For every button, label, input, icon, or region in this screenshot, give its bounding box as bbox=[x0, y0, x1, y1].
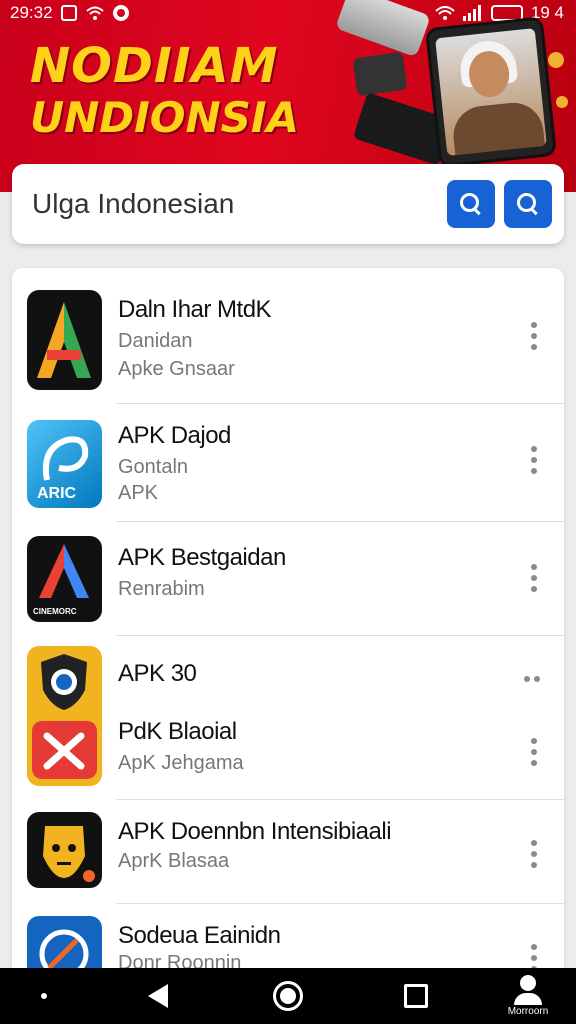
profile-icon bbox=[520, 975, 536, 991]
app-subtitle: ApK Jehgama bbox=[118, 752, 244, 774]
home-button[interactable] bbox=[268, 968, 308, 1024]
list-item[interactable]: APK Doennbn Intensibiaali AprK Blasaa bbox=[12, 800, 564, 904]
app-subtitle: Danidan bbox=[118, 330, 193, 352]
banner-title: NODIIAM UNDIONSIA bbox=[30, 40, 299, 144]
app-title: Daln Ihar MtdK bbox=[118, 296, 272, 323]
app-subtitle: Gontaln bbox=[118, 456, 189, 478]
cell-signal-icon bbox=[462, 5, 481, 21]
banner-title-line2: UNDIONSIA bbox=[30, 93, 299, 142]
app-list: Daln Ihar MtdK Danidan Apke Gnsaar ARIC … bbox=[12, 268, 564, 988]
app-title: Sodeua Eainidn bbox=[118, 922, 281, 949]
recent-apps-icon bbox=[404, 984, 428, 1008]
svg-text:ARIC: ARIC bbox=[37, 485, 77, 502]
search-button-secondary[interactable] bbox=[504, 180, 552, 228]
more-options-icon[interactable] bbox=[524, 676, 540, 682]
more-options-icon[interactable] bbox=[530, 446, 538, 474]
more-options-icon[interactable] bbox=[530, 322, 538, 350]
phone-photo-illustration bbox=[425, 16, 557, 168]
back-button[interactable] bbox=[140, 968, 176, 1024]
dot-icon bbox=[41, 993, 47, 999]
a-logo-icon bbox=[27, 290, 102, 390]
decoration bbox=[556, 96, 568, 108]
search-icon bbox=[460, 193, 482, 215]
more-options-icon[interactable] bbox=[530, 738, 538, 766]
app-subtitle: Renrabim bbox=[118, 578, 205, 600]
search-button[interactable] bbox=[447, 180, 495, 228]
more-options-icon[interactable] bbox=[530, 564, 538, 592]
app-subtitle: APK bbox=[118, 482, 159, 504]
arc-logo-icon: ARIC bbox=[27, 420, 102, 508]
app-subtitle: Apke Gnsaar bbox=[118, 358, 235, 380]
svg-text:CINEMORC: CINEMORC bbox=[33, 607, 77, 616]
mask-icon bbox=[27, 812, 102, 888]
app-title: APK Bestgaidan bbox=[118, 544, 286, 571]
list-item[interactable]: ARIC APK Dajod Gontaln APK bbox=[12, 404, 564, 522]
search-input[interactable] bbox=[32, 184, 432, 224]
app-title: APK Dajod bbox=[118, 422, 231, 449]
image-notification-icon bbox=[60, 5, 77, 21]
device-illustration bbox=[352, 51, 408, 97]
nav-dot[interactable] bbox=[34, 968, 54, 1024]
shield-icon bbox=[27, 646, 102, 716]
home-icon bbox=[273, 981, 303, 1011]
app-subtitle: AprK Blasaa bbox=[118, 850, 230, 872]
decoration bbox=[548, 52, 564, 68]
profile-button[interactable]: Morroorn bbox=[498, 968, 558, 1024]
x-icon bbox=[27, 716, 102, 786]
search-bar bbox=[12, 164, 564, 244]
profile-label: Morroorn bbox=[507, 1006, 549, 1017]
list-item[interactable]: CINEMORC APK Bestgaidan Renrabim bbox=[12, 522, 564, 636]
list-item[interactable]: APK 30 PdK Blaoial ApK Jehgama bbox=[12, 636, 564, 800]
app-title: APK 30 bbox=[118, 660, 197, 687]
wifi-signal-icon bbox=[435, 6, 455, 20]
person-photo bbox=[435, 28, 547, 156]
status-time: 29:32 bbox=[10, 3, 53, 22]
wifi-notification-icon bbox=[85, 6, 104, 20]
more-options-icon[interactable] bbox=[530, 840, 538, 868]
cine-logo-icon: CINEMORC bbox=[27, 536, 102, 622]
list-item[interactable]: Daln Ihar MtdK Danidan Apke Gnsaar bbox=[12, 268, 564, 404]
app-notification-icon bbox=[112, 5, 129, 21]
app-title: PdK Blaoial bbox=[118, 718, 237, 745]
banner-title-line1: NODIIAM bbox=[30, 38, 279, 94]
app-title: APK Doennbn Intensibiaali bbox=[118, 818, 392, 845]
back-icon bbox=[148, 984, 168, 1008]
recent-apps-button[interactable] bbox=[398, 968, 434, 1024]
navigation-bar: Morroorn bbox=[0, 968, 576, 1024]
search-icon bbox=[517, 193, 539, 215]
